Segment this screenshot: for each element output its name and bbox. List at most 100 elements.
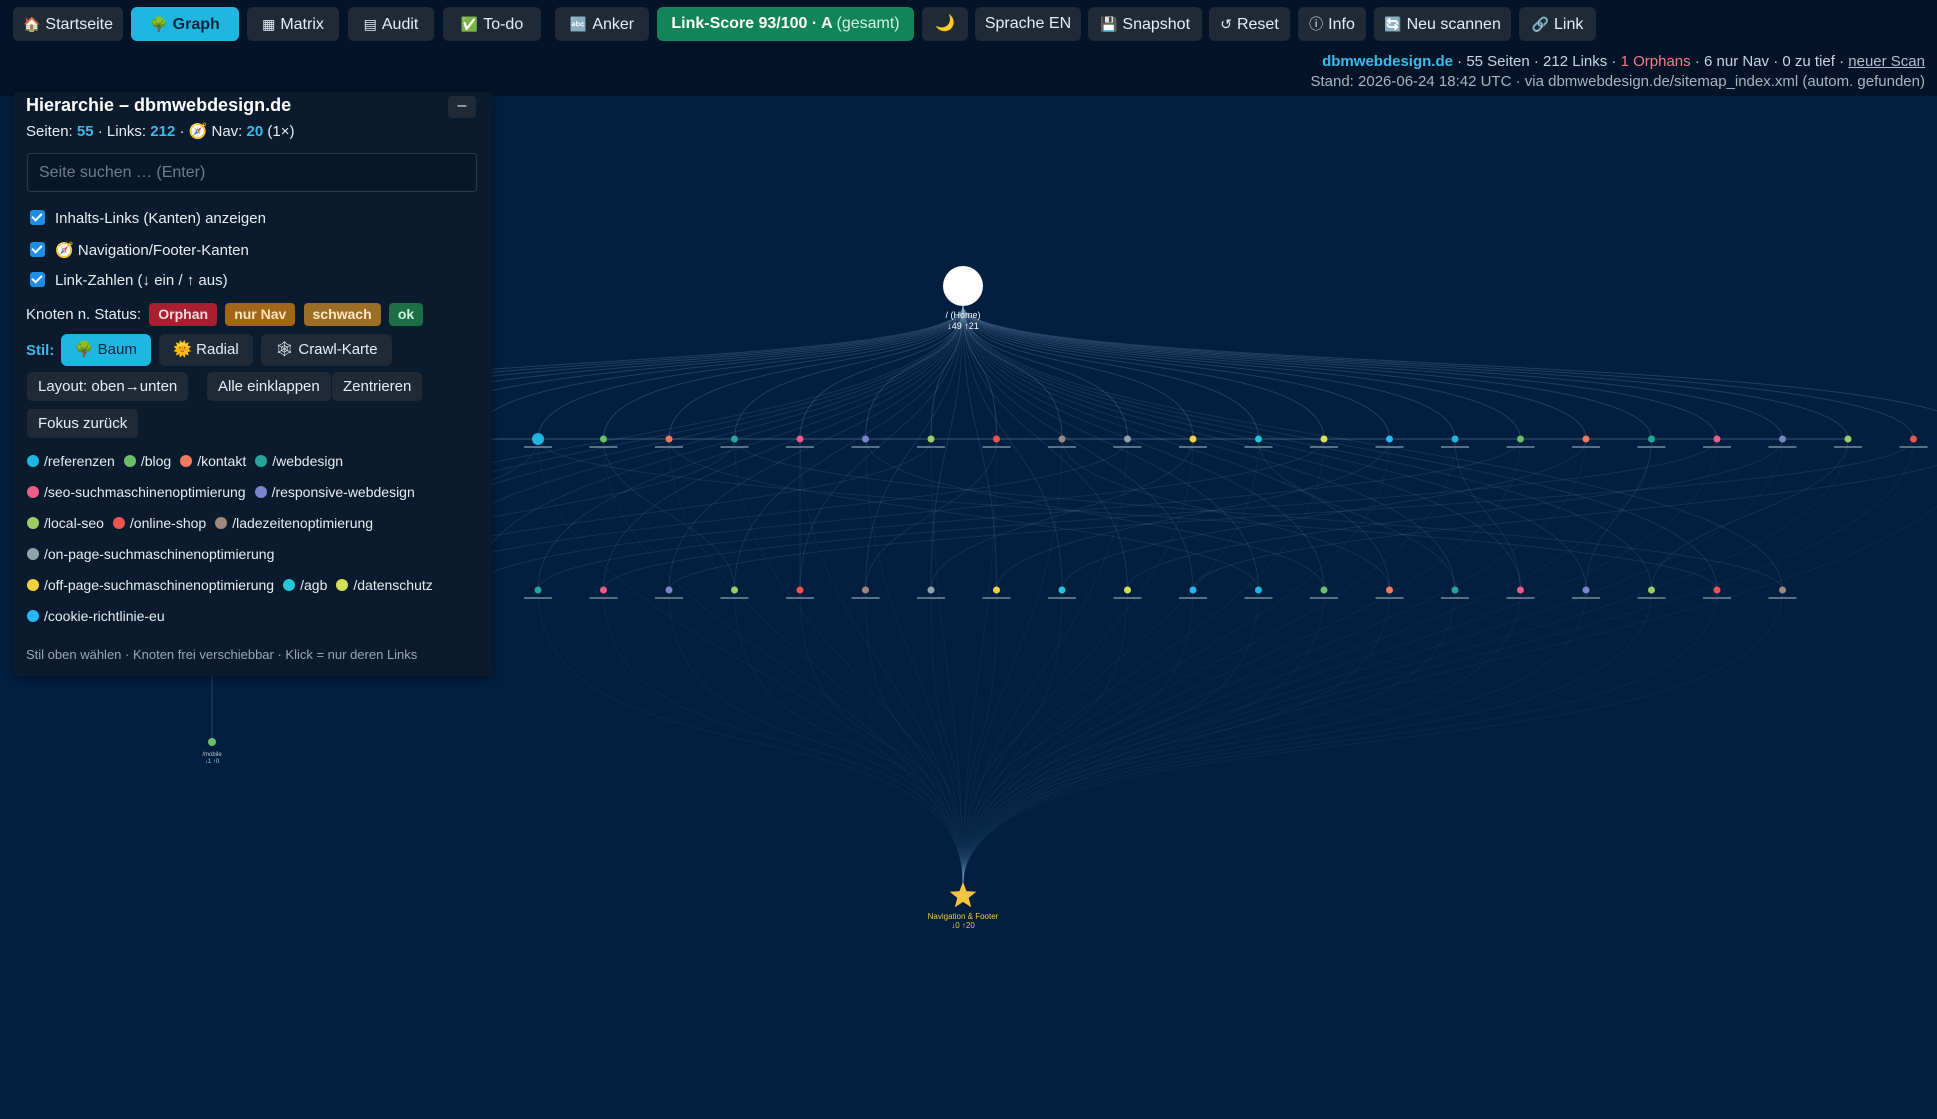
node-label-mark	[1375, 597, 1404, 599]
style-radial-button[interactable]: 🌞 Radial	[159, 334, 253, 366]
page-node[interactable]	[1124, 586, 1131, 594]
page-node[interactable]	[796, 435, 804, 443]
page-node[interactable]	[1386, 586, 1393, 594]
page-node[interactable]	[1779, 586, 1786, 594]
focus-back-button[interactable]: Fokus zurück	[27, 409, 139, 438]
page-node[interactable]	[1451, 586, 1459, 594]
legend-item[interactable]: /cookie-richtlinie-eu	[27, 608, 165, 624]
page-node[interactable]	[532, 433, 544, 445]
legend-item[interactable]: /agb	[283, 577, 327, 593]
toggle-link-counts[interactable]: Link-Zahlen (↓ ein / ↑ aus)	[30, 272, 228, 289]
language-button[interactable]: Sprache EN	[975, 7, 1081, 41]
page-node[interactable]	[1386, 435, 1393, 443]
legend-item[interactable]: /webdesign	[255, 453, 343, 469]
page-node[interactable]	[1582, 586, 1590, 594]
home-node[interactable]: / (Home) ↓49 ↑21	[943, 266, 983, 331]
tab-todo[interactable]: ✅ To-do	[443, 7, 541, 41]
page-node[interactable]	[1648, 435, 1655, 443]
legend-item[interactable]: /seo-suchmaschinenoptimierung	[27, 484, 246, 500]
page-node[interactable]	[1255, 586, 1262, 594]
status-badge-nav-only[interactable]: nur Nav	[225, 303, 296, 326]
compass-icon: 🧭	[55, 242, 74, 259]
page-node[interactable]	[1255, 435, 1262, 443]
page-node[interactable]	[927, 586, 935, 594]
page-node[interactable]	[1517, 586, 1524, 594]
page-node[interactable]	[1189, 586, 1197, 594]
legend-item[interactable]: /responsive-webdesign	[254, 484, 415, 500]
page-node[interactable]	[534, 586, 542, 594]
style-tree-button[interactable]: 🌳 Baum	[60, 334, 151, 366]
rescan-button[interactable]: 🔄 Neu scannen	[1374, 7, 1511, 41]
orphan-node-circle[interactable]	[208, 738, 216, 746]
tab-anker[interactable]: 🔤 Anker	[555, 7, 649, 41]
page-node[interactable]	[1582, 435, 1590, 443]
checkbox-checked-icon[interactable]	[30, 272, 45, 287]
page-node[interactable]	[1058, 586, 1066, 594]
legend-item[interactable]: /ladezeitenoptimierung	[215, 515, 373, 531]
page-node[interactable]	[862, 586, 869, 594]
page-node[interactable]	[1779, 435, 1786, 443]
legend-item[interactable]: /blog	[123, 453, 171, 469]
share-link-button[interactable]: 🔗 Link	[1519, 7, 1596, 41]
toggle-nav-edges[interactable]: 🧭 Navigation/Footer-Kanten	[30, 241, 249, 259]
page-node[interactable]	[1713, 586, 1721, 594]
page-node[interactable]	[1320, 586, 1328, 594]
tab-graph[interactable]: 🌳 Graph	[131, 7, 239, 41]
legend-item[interactable]: /online-shop	[112, 515, 206, 531]
home-node-circle[interactable]	[943, 266, 983, 306]
legend-item[interactable]: /on-page-suchmaschinenoptimierung	[27, 546, 274, 562]
legend-item[interactable]: /off-page-suchmaschinenoptimierung	[27, 577, 274, 593]
legend-item[interactable]: /datenschutz	[336, 577, 433, 593]
theme-toggle-button[interactable]: 🌙	[922, 7, 968, 41]
page-node[interactable]	[993, 435, 1000, 443]
page-node[interactable]	[600, 435, 607, 443]
status-badge-weak[interactable]: schwach	[303, 303, 381, 326]
link-score-badge[interactable]: Link-Score 93/100 · A (gesamt)	[657, 7, 914, 41]
page-node[interactable]	[1451, 435, 1459, 443]
graph-edge	[962, 589, 1259, 885]
page-node[interactable]	[796, 586, 804, 594]
tab-matrix[interactable]: ▦ Matrix	[247, 7, 339, 41]
new-scan-link[interactable]: neuer Scan	[1848, 53, 1925, 70]
page-node[interactable]	[1713, 435, 1721, 443]
status-badge-ok[interactable]: ok	[388, 303, 424, 326]
home-button[interactable]: 🏠 Startseite	[13, 7, 123, 41]
legend-item[interactable]: /referenzen	[27, 453, 115, 469]
info-button[interactable]: ⓘ Info	[1298, 7, 1366, 41]
page-node[interactable]	[1910, 435, 1917, 443]
page-node[interactable]	[1124, 435, 1131, 443]
star-icon[interactable]	[949, 882, 977, 908]
page-node[interactable]	[665, 586, 673, 594]
page-node[interactable]	[665, 435, 673, 443]
page-node[interactable]	[1517, 435, 1524, 443]
legend-item[interactable]: /kontakt	[180, 453, 246, 469]
page-node[interactable]	[862, 435, 869, 443]
reset-button[interactable]: ↺ Reset	[1209, 7, 1290, 41]
layout-direction-button[interactable]: Layout: oben→unten	[27, 372, 189, 401]
page-node[interactable]	[731, 586, 738, 594]
snapshot-button[interactable]: 💾 Snapshot	[1088, 7, 1202, 41]
page-node[interactable]	[927, 435, 935, 443]
page-node[interactable]	[1058, 435, 1066, 443]
page-node[interactable]	[1320, 435, 1328, 443]
checkbox-checked-icon[interactable]	[30, 210, 45, 225]
node-label-mark	[1048, 446, 1076, 448]
orphan-node[interactable]: /mobile ↓1 ↑0	[202, 738, 222, 765]
style-crawl-button[interactable]: 🕸 Crawl-Karte	[261, 334, 392, 366]
page-node[interactable]	[1189, 435, 1197, 443]
page-node[interactable]	[1844, 435, 1852, 443]
checkbox-checked-icon[interactable]	[30, 242, 45, 257]
collapse-all-button[interactable]: Alle einklappen	[207, 372, 331, 401]
page-node[interactable]	[1648, 586, 1655, 594]
page-node[interactable]	[731, 435, 738, 443]
tab-audit[interactable]: ▤ Audit	[348, 7, 434, 41]
toggle-content-edges[interactable]: Inhalts-Links (Kanten) anzeigen	[30, 210, 266, 227]
status-badge-orphan[interactable]: Orphan	[149, 303, 218, 326]
center-button[interactable]: Zentrieren	[332, 372, 423, 401]
page-search-input[interactable]	[27, 153, 477, 192]
navigation-footer-node[interactable]: Navigation & Footer ↓0 ↑20	[928, 882, 999, 930]
page-node[interactable]	[600, 586, 607, 594]
panel-collapse-button[interactable]: –	[448, 96, 476, 118]
page-node[interactable]	[993, 586, 1000, 594]
legend-item[interactable]: /local-seo	[27, 515, 104, 531]
